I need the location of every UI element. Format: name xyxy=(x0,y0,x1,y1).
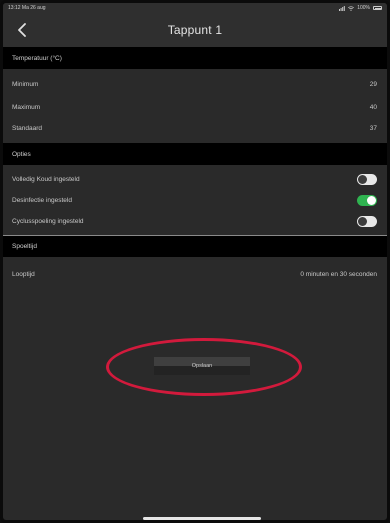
row-volledig-koud: Volledig Koud ingesteld xyxy=(3,169,387,189)
minimum-value[interactable]: 29 xyxy=(370,81,377,88)
section-header-options: Opties xyxy=(3,143,387,165)
row-label: Looptijd xyxy=(12,270,35,278)
row-label: Maximum xyxy=(12,103,41,111)
device-frame: 13:12 Ma 26 aug 100% Tappunt 1 Temperatu… xyxy=(0,0,390,523)
row-label: Volledig Koud ingesteld xyxy=(12,175,80,183)
row-looptijd: Looptijd 0 minuten en 30 seconden xyxy=(3,264,387,284)
home-indicator xyxy=(143,517,261,520)
chevron-left-icon xyxy=(18,23,26,37)
maximum-value[interactable]: 40 xyxy=(370,104,377,111)
row-standaard: Standaard 37 xyxy=(3,118,387,138)
looptijd-value[interactable]: 0 minuten en 30 seconden xyxy=(300,271,377,278)
standaard-value[interactable]: 37 xyxy=(370,125,377,132)
row-label: Standaard xyxy=(12,124,42,132)
row-label: Desinfectie ingesteld xyxy=(12,196,72,204)
row-label: Cyclusspoeling ingesteld xyxy=(12,217,84,225)
row-label: Minimum xyxy=(12,80,39,88)
battery-icon xyxy=(373,6,382,10)
toggle-knob xyxy=(358,216,367,226)
navigation-bar: Tappunt 1 xyxy=(3,13,387,47)
desinfectie-toggle[interactable] xyxy=(357,194,377,206)
volledig-koud-toggle[interactable] xyxy=(357,173,377,185)
section-header-spoeltijd: Spoeltijd xyxy=(3,235,387,257)
status-time-date: 13:12 Ma 26 aug xyxy=(8,5,46,11)
row-cyclusspoeling: Cyclusspoeling ingesteld xyxy=(3,211,387,231)
row-maximum: Maximum 40 xyxy=(3,97,387,117)
page-title: Tappunt 1 xyxy=(167,23,223,37)
section-header-temperature: Temperatuur (°C) xyxy=(3,47,387,69)
wifi-icon xyxy=(348,5,355,11)
battery-percentage: 100% xyxy=(357,5,370,11)
row-desinfectie: Desinfectie ingesteld xyxy=(3,190,387,210)
toggle-knob xyxy=(367,195,376,205)
toggle-knob xyxy=(358,174,367,184)
status-icons: 100% xyxy=(339,5,382,11)
row-minimum: Minimum 29 xyxy=(3,74,387,94)
back-button[interactable] xyxy=(13,20,31,40)
signal-icon xyxy=(339,5,346,11)
cyclusspoeling-toggle[interactable] xyxy=(357,215,377,227)
status-bar: 13:12 Ma 26 aug 100% xyxy=(3,3,387,13)
save-button[interactable]: Opslaan xyxy=(154,357,250,375)
